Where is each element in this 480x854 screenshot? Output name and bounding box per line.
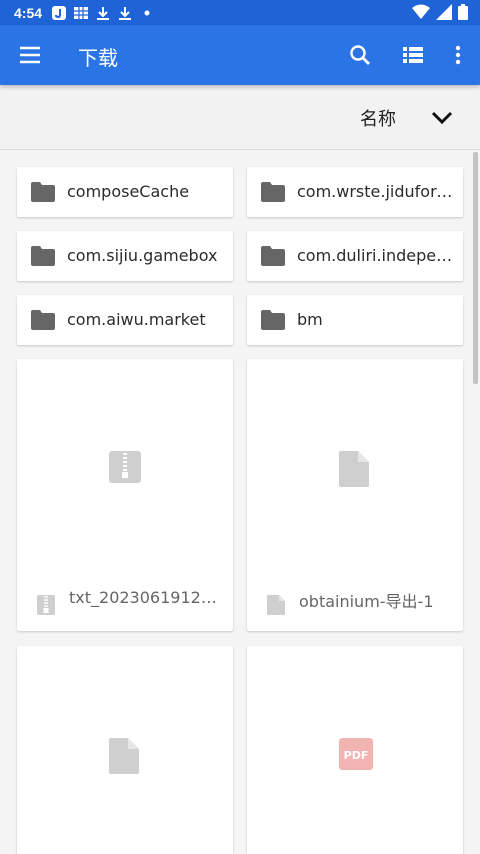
dot-icon [144, 10, 150, 15]
folder-item[interactable]: com.sijiu.gamebox [17, 231, 233, 281]
folder-icon [261, 310, 285, 330]
signal-icon [436, 4, 452, 20]
folder-item[interactable]: bm [247, 295, 463, 345]
download-icon [119, 6, 132, 20]
status-time: 4:54 [14, 4, 43, 21]
app-bar: 下载 [0, 25, 480, 85]
file-icon [339, 451, 369, 487]
battery-icon [458, 4, 468, 20]
folder-name: com.duliri.independence [297, 246, 457, 265]
folder-name: com.sijiu.gamebox [67, 246, 218, 265]
scrollbar[interactable] [473, 152, 478, 384]
file-card[interactable]: PDF [247, 646, 463, 854]
file-card[interactable]: obtainium-导出-1 [247, 359, 463, 631]
sort-bar: 名称 [0, 85, 480, 150]
folder-icon [31, 182, 55, 202]
folder-name: bm [297, 310, 323, 329]
file-icon [267, 595, 285, 615]
sort-label[interactable]: 名称 [360, 105, 396, 131]
grid-icon [74, 6, 89, 19]
wifi-icon [412, 4, 430, 19]
folder-item[interactable]: com.aiwu.market [17, 295, 233, 345]
folder-icon [31, 310, 55, 330]
folder-item[interactable]: com.wrste.jiduformula [247, 167, 463, 217]
pdf-file-icon: PDF [339, 738, 373, 770]
j-app-icon [52, 5, 67, 20]
folder-name: com.wrste.jiduformula [297, 182, 457, 201]
svg-text:PDF: PDF [344, 749, 369, 762]
folder-icon [261, 246, 285, 266]
folder-name: com.aiwu.market [67, 310, 206, 329]
zip-file-icon [37, 595, 55, 615]
folder-item[interactable]: composeCache [17, 167, 233, 217]
file-name: obtainium-导出-1 [299, 592, 434, 611]
folder-icon [31, 246, 55, 266]
page-title: 下载 [78, 46, 118, 70]
file-grid: composeCache com.wrste.jiduformula com.s… [0, 150, 480, 854]
menu-icon[interactable] [18, 43, 42, 67]
list-view-icon[interactable] [401, 43, 425, 67]
folder-item[interactable]: com.duliri.independence [247, 231, 463, 281]
file-card[interactable] [17, 646, 233, 854]
more-options-icon[interactable] [446, 43, 470, 67]
file-icon [109, 738, 139, 774]
folder-name: composeCache [67, 182, 190, 201]
folder-icon [261, 182, 285, 202]
zip-file-icon [109, 451, 141, 483]
chevron-down-icon[interactable] [430, 105, 454, 129]
file-name: txt_20230619120000.zip [69, 588, 225, 607]
search-icon[interactable] [348, 43, 372, 67]
download-icon [97, 6, 110, 20]
status-bar: 4:54 [0, 0, 480, 25]
file-card[interactable]: txt_20230619120000.zip [17, 359, 233, 631]
